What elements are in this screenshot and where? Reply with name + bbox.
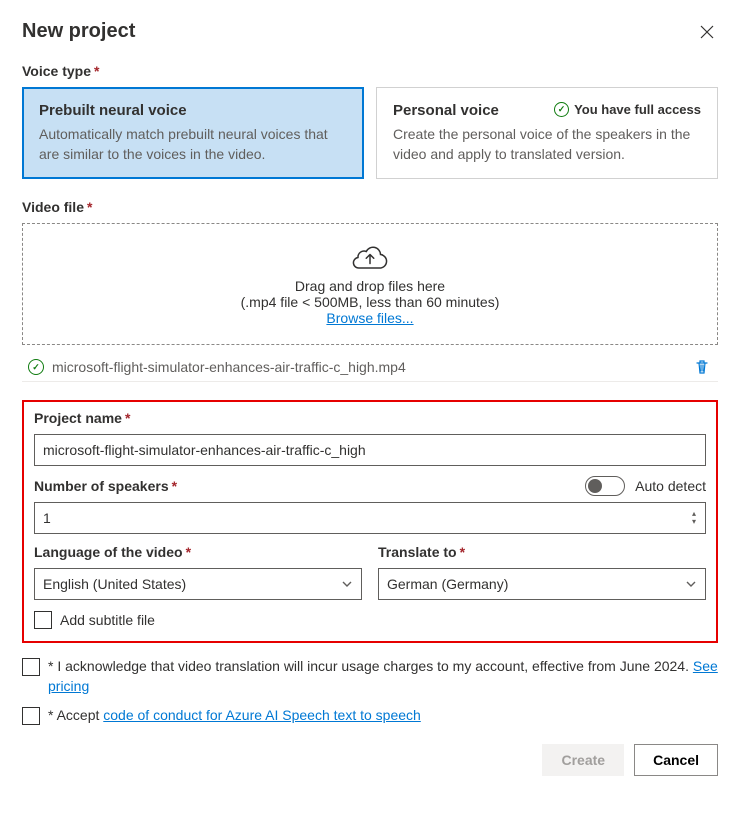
coc-accept-prefix: * Accept: [48, 707, 103, 723]
close-button[interactable]: [696, 21, 718, 43]
close-icon: [700, 25, 714, 39]
spinner-down-icon[interactable]: ▾: [687, 518, 701, 526]
translate-select[interactable]: German (Germany): [378, 568, 706, 600]
required-asterisk: *: [172, 478, 177, 494]
dialog-title: New project: [22, 20, 135, 43]
video-file-label: Video file: [22, 199, 84, 215]
trash-icon: [694, 359, 710, 375]
voice-card-personal-desc: Create the personal voice of the speaker…: [393, 125, 701, 164]
auto-detect-toggle[interactable]: [585, 476, 625, 496]
required-asterisk: *: [94, 63, 99, 79]
subtitle-checkbox[interactable]: [34, 611, 52, 629]
required-asterisk: *: [87, 199, 92, 215]
browse-files-link[interactable]: Browse files...: [326, 310, 413, 326]
voice-card-prebuilt[interactable]: Prebuilt neural voice Automatically matc…: [22, 87, 364, 179]
file-dropzone[interactable]: Drag and drop files here (.mp4 file < 50…: [22, 223, 718, 345]
create-button[interactable]: Create: [542, 744, 624, 776]
project-name-input[interactable]: [34, 434, 706, 466]
speakers-value: 1: [43, 510, 51, 526]
language-select[interactable]: English (United States): [34, 568, 362, 600]
success-check-icon: [28, 359, 44, 375]
dropzone-text: Drag and drop files here: [41, 278, 699, 294]
charges-ack-checkbox[interactable]: [22, 658, 40, 676]
access-badge-text: You have full access: [574, 102, 701, 117]
coc-accept-checkbox[interactable]: [22, 707, 40, 725]
required-asterisk: *: [460, 544, 465, 560]
voice-card-prebuilt-desc: Automatically match prebuilt neural voic…: [39, 125, 347, 164]
translate-label: Translate to: [378, 544, 457, 560]
speakers-label: Number of speakers: [34, 478, 169, 494]
voice-card-personal[interactable]: You have full access Personal voice Crea…: [376, 87, 718, 179]
required-asterisk: *: [186, 544, 191, 560]
charges-ack-text: * I acknowledge that video translation w…: [48, 658, 693, 674]
chevron-down-icon: [685, 578, 697, 590]
translate-value: German (Germany): [387, 576, 508, 592]
auto-detect-label: Auto detect: [635, 478, 706, 494]
highlighted-form-region: Project name * Number of speakers * Auto…: [22, 400, 718, 643]
project-name-label: Project name: [34, 410, 122, 426]
speakers-select[interactable]: 1 ▴ ▾: [34, 502, 706, 534]
code-of-conduct-link[interactable]: code of conduct for Azure AI Speech text…: [103, 707, 421, 723]
cancel-button[interactable]: Cancel: [634, 744, 718, 776]
dropzone-subtext: (.mp4 file < 500MB, less than 60 minutes…: [41, 294, 699, 310]
chevron-down-icon: [341, 578, 353, 590]
required-asterisk: *: [125, 410, 130, 426]
subtitle-label: Add subtitle file: [60, 612, 155, 628]
language-value: English (United States): [43, 576, 186, 592]
language-label: Language of the video: [34, 544, 183, 560]
delete-file-button[interactable]: [692, 357, 712, 377]
cloud-upload-icon: [41, 242, 699, 270]
voice-type-label: Voice type: [22, 63, 91, 79]
uploaded-file-name: microsoft-flight-simulator-enhances-air-…: [52, 359, 684, 375]
speakers-spinner[interactable]: ▴ ▾: [687, 503, 701, 533]
access-badge: You have full access: [554, 102, 701, 117]
check-circle-icon: [554, 102, 569, 117]
uploaded-file-row: microsoft-flight-simulator-enhances-air-…: [22, 353, 718, 382]
voice-card-prebuilt-title: Prebuilt neural voice: [39, 102, 347, 119]
